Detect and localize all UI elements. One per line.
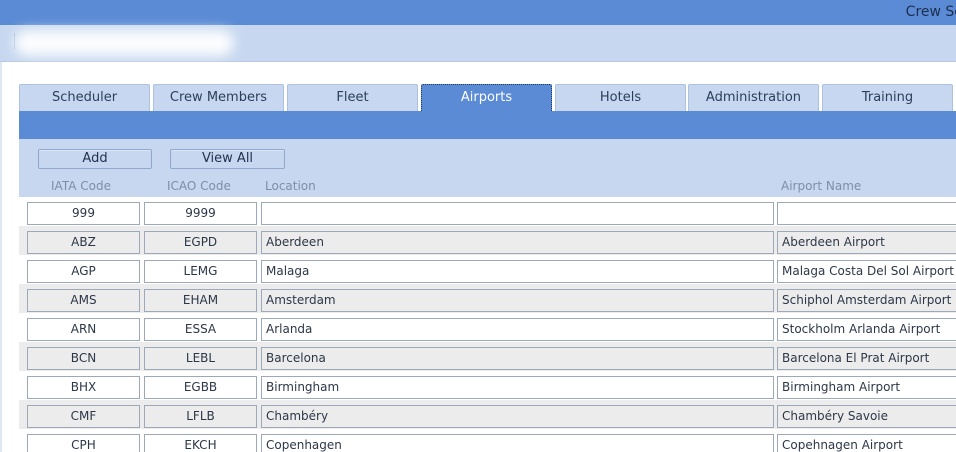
- icao-code-field[interactable]: ESSA: [144, 318, 257, 341]
- location-field[interactable]: Aberdeen: [261, 231, 774, 254]
- iata-code-field[interactable]: CMF: [27, 405, 140, 428]
- left-border: [0, 62, 2, 452]
- icao-code-field[interactable]: EGPD: [144, 231, 257, 254]
- tab-hotels[interactable]: Hotels: [555, 84, 686, 111]
- table-row[interactable]: AGP LEMG Malaga Malaga Costa Del Sol Air…: [19, 255, 956, 284]
- airport-name-field[interactable]: Copehnagen Airport: [777, 434, 956, 452]
- table-row[interactable]: BCN LEBL Barcelona Barcelona El Prat Air…: [19, 342, 956, 371]
- iata-code-field[interactable]: BHX: [27, 376, 140, 399]
- airport-name-field[interactable]: Stockholm Arlanda Airport: [777, 318, 956, 341]
- location-field[interactable]: Barcelona: [261, 347, 774, 370]
- airport-name-field[interactable]: Aberdeen Airport: [777, 231, 956, 254]
- iata-code-field[interactable]: AMS: [27, 289, 140, 312]
- location-field[interactable]: Amsterdam: [261, 289, 774, 312]
- iata-code-field[interactable]: 999: [27, 202, 140, 225]
- location-field[interactable]: Chambéry: [261, 405, 774, 428]
- iata-code-field[interactable]: CPH: [27, 434, 140, 452]
- column-header-airport-name: Airport Name: [781, 179, 862, 193]
- column-header-icao: ICAO Code: [167, 179, 231, 193]
- tab-scheduler[interactable]: Scheduler: [19, 84, 150, 111]
- tab-administration[interactable]: Administration: [688, 84, 819, 111]
- iata-code-field[interactable]: BCN: [27, 347, 140, 370]
- icao-code-field[interactable]: LEBL: [144, 347, 257, 370]
- table-row[interactable]: CPH EKCH Copenhagen Copehnagen Airport: [19, 429, 956, 452]
- tab-airports[interactable]: Airports: [421, 84, 552, 111]
- iata-code-field[interactable]: ARN: [27, 318, 140, 341]
- location-field[interactable]: [261, 202, 774, 225]
- tab-crew-members[interactable]: Crew Members: [153, 84, 284, 111]
- icao-code-field[interactable]: EGBB: [144, 376, 257, 399]
- icao-code-field[interactable]: EHAM: [144, 289, 257, 312]
- airport-name-field[interactable]: Schiphol Amsterdam Airport: [777, 289, 956, 312]
- column-header-location: Location: [265, 179, 316, 193]
- airport-name-field[interactable]: [777, 202, 956, 225]
- location-field[interactable]: Arlanda: [261, 318, 774, 341]
- table-row[interactable]: 999 9999: [19, 197, 956, 226]
- airport-name-field[interactable]: Barcelona El Prat Airport: [777, 347, 956, 370]
- column-header-iata: IATA Code: [51, 179, 111, 193]
- location-field[interactable]: Copenhagen: [261, 434, 774, 452]
- location-field[interactable]: Birmingham: [261, 376, 774, 399]
- table-row[interactable]: ARN ESSA Arlanda Stockholm Arlanda Airpo…: [19, 313, 956, 342]
- table-row[interactable]: BHX EGBB Birmingham Birmingham Airport: [19, 371, 956, 400]
- airports-table: 999 9999 ABZ EGPD Aberdeen Aberdeen Airp…: [19, 197, 956, 452]
- location-field[interactable]: Malaga: [261, 260, 774, 283]
- airport-name-field[interactable]: Chambéry Savoie: [777, 405, 956, 428]
- table-row[interactable]: ABZ EGPD Aberdeen Aberdeen Airport: [19, 226, 956, 255]
- icao-code-field[interactable]: EKCH: [144, 434, 257, 452]
- view-all-button[interactable]: View All: [170, 149, 285, 169]
- icao-code-field[interactable]: 9999: [144, 202, 257, 225]
- tab-header-band: [19, 111, 956, 139]
- tab-strip: Scheduler Crew Members Fleet Airports Ho…: [19, 84, 956, 112]
- airport-name-field[interactable]: Birmingham Airport: [777, 376, 956, 399]
- table-row[interactable]: CMF LFLB Chambéry Chambéry Savoie: [19, 400, 956, 429]
- tab-training[interactable]: Training: [822, 84, 953, 111]
- window-title: Crew Sc: [905, 4, 956, 20]
- title-bar: Crew Sc: [0, 0, 956, 25]
- redacted-header-area: [14, 30, 234, 56]
- iata-code-field[interactable]: ABZ: [27, 231, 140, 254]
- table-row[interactable]: AMS EHAM Amsterdam Schiphol Amsterdam Ai…: [19, 284, 956, 313]
- header-band: [0, 25, 956, 62]
- icao-code-field[interactable]: LEMG: [144, 260, 257, 283]
- add-button[interactable]: Add: [38, 149, 152, 169]
- icao-code-field[interactable]: LFLB: [144, 405, 257, 428]
- airport-name-field[interactable]: Malaga Costa Del Sol Airport: [777, 260, 956, 283]
- tab-fleet[interactable]: Fleet: [287, 84, 418, 111]
- iata-code-field[interactable]: AGP: [27, 260, 140, 283]
